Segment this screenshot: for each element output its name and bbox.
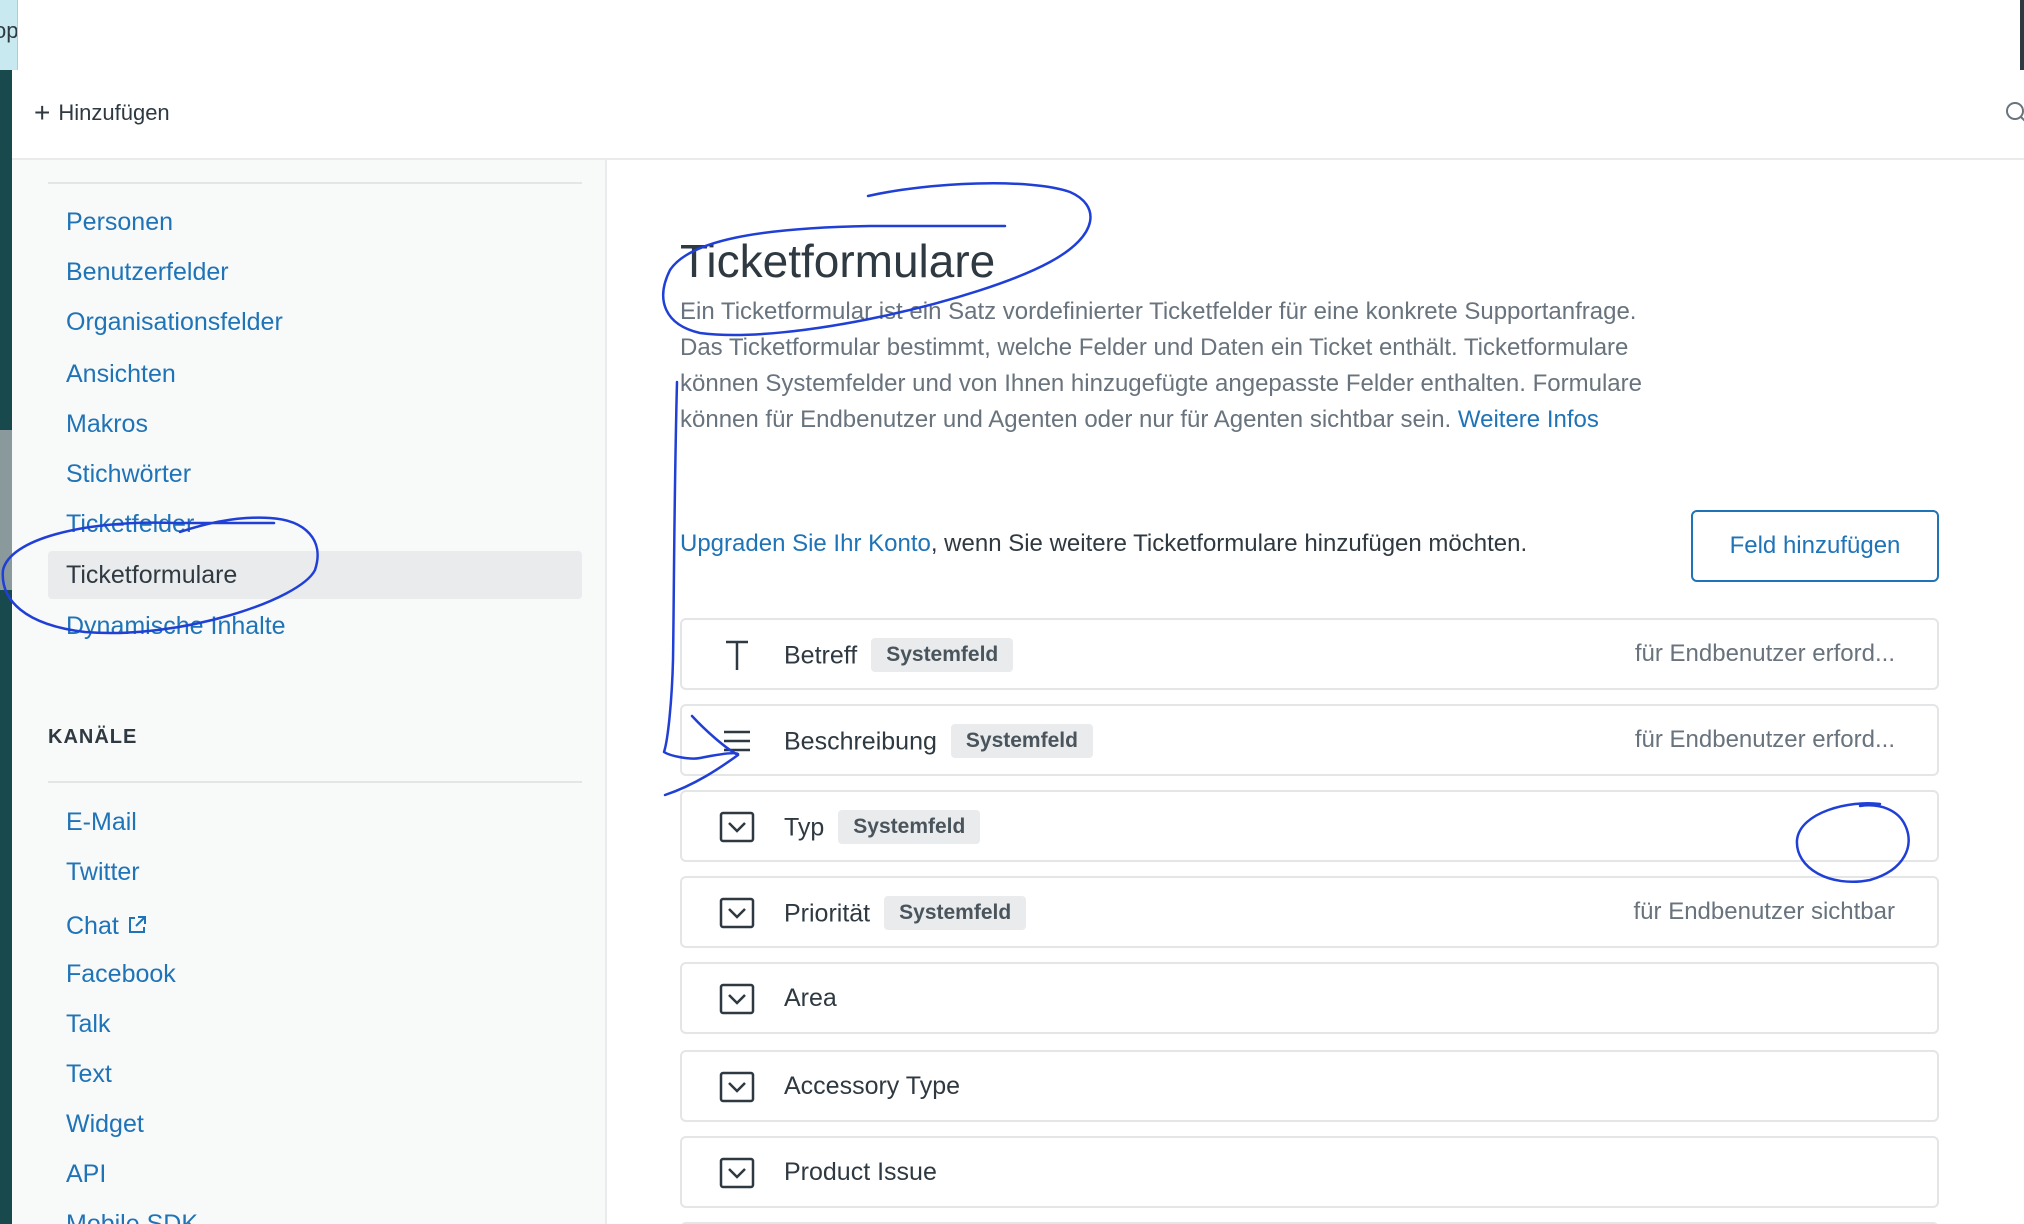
field-name-text: Beschreibung (784, 727, 937, 756)
text-field-icon (718, 636, 756, 674)
sidebar-item-dynamische-inhalte[interactable]: Dynamische Inhalte (66, 612, 286, 641)
field-name: Priorität Systemfeld (784, 896, 1027, 932)
field-name: Area (784, 984, 837, 1012)
field-row-beschreibung[interactable]: Beschreibung Systemfeld für Endbenutzer e… (680, 704, 1939, 776)
system-field-badge: Systemfeld (871, 638, 1014, 672)
sidebar-item-chat[interactable]: Chat (66, 912, 147, 942)
sidebar-item-talk[interactable]: Talk (66, 1010, 110, 1039)
app-nav-strip (0, 70, 12, 1224)
sidebar-item-twitter[interactable]: Twitter (66, 858, 140, 887)
corner-tab-text: op (0, 18, 18, 43)
admin-sidebar: Personen Benutzerfelder Organisationsfel… (12, 160, 607, 1224)
search-icon[interactable] (2000, 100, 2024, 126)
field-name: Product Issue (784, 1158, 937, 1186)
upgrade-link[interactable]: Upgraden Sie Ihr Konto (680, 530, 931, 557)
sidebar-item-personen[interactable]: Personen (66, 208, 173, 237)
add-field-button[interactable]: Feld hinzufügen (1691, 510, 1939, 582)
sidebar-item-stichwoerter[interactable]: Stichwörter (66, 460, 191, 489)
field-row-typ[interactable]: Typ Systemfeld (680, 790, 1939, 862)
field-name-text: Priorität (784, 899, 871, 928)
sidebar-divider (48, 182, 582, 184)
plus-icon: + (34, 97, 51, 128)
nav-strip-highlight (0, 430, 12, 590)
dropdown-field-icon (718, 808, 756, 846)
sidebar-divider (48, 781, 582, 783)
system-field-badge: Systemfeld (884, 896, 1027, 930)
add-button[interactable]: + Hinzufügen (34, 97, 170, 128)
field-name: Betreff Systemfeld (784, 638, 1014, 674)
main-content: Ticketformulare Ein Ticketformular ist e… (607, 160, 2024, 1224)
field-status: für Endbenutzer erford... (1634, 640, 1895, 667)
field-name-text: Betreff (784, 641, 858, 670)
field-name: Typ Systemfeld (784, 810, 981, 846)
window-edge (2020, 0, 2024, 70)
page-title: Ticketformulare (680, 235, 996, 287)
sidebar-item-text[interactable]: Text (66, 1060, 112, 1089)
sidebar-item-makros[interactable]: Makros (66, 410, 148, 439)
field-row-betreff[interactable]: Betreff Systemfeld für Endbenutzer erford… (680, 618, 1939, 690)
field-row-product-issue[interactable]: Product Issue (680, 1136, 1939, 1208)
field-name: Beschreibung Systemfeld (784, 724, 1093, 760)
dropdown-field-icon (718, 1154, 756, 1192)
field-row-prioritaet[interactable]: Priorität Systemfeld für Endbenutzer sich… (680, 876, 1939, 948)
sidebar-item-mobile-sdk[interactable]: Mobile SDK (66, 1210, 198, 1224)
field-status: für Endbenutzer erford... (1634, 726, 1895, 753)
window-corner-tab: op (0, 0, 18, 70)
upgrade-notice: Upgraden Sie Ihr Konto, wenn Sie weitere… (680, 530, 1527, 558)
channels-section-title: KANÄLE (48, 726, 138, 748)
dropdown-field-icon (718, 980, 756, 1018)
more-info-link[interactable]: Weitere Infos (1458, 406, 1599, 433)
upgrade-text: , wenn Sie weitere Ticketformulare hinzu… (930, 530, 1528, 557)
system-field-badge: Systemfeld (950, 724, 1093, 758)
sidebar-item-organisationsfelder[interactable]: Organisationsfelder (66, 308, 283, 337)
sidebar-item-benutzerfelder[interactable]: Benutzerfelder (66, 258, 229, 287)
multiline-field-icon (718, 722, 756, 760)
page-description: Ein Ticketformular ist ein Satz vordefin… (680, 294, 1680, 438)
sidebar-item-widget[interactable]: Widget (66, 1110, 144, 1139)
add-button-label: Hinzufügen (58, 100, 170, 125)
sidebar-item-facebook[interactable]: Facebook (66, 960, 176, 989)
field-row-area[interactable]: Area (680, 962, 1939, 1034)
sidebar-item-ticketfelder[interactable]: Ticketfelder (66, 510, 194, 539)
dropdown-field-icon (718, 894, 756, 932)
field-name-text: Typ (784, 813, 825, 842)
sidebar-item-ticketformulare[interactable]: Ticketformulare (48, 551, 582, 599)
sidebar-item-ansichten[interactable]: Ansichten (66, 360, 176, 389)
external-link-icon (127, 913, 147, 942)
field-row-accessory-type[interactable]: Accessory Type (680, 1050, 1939, 1122)
field-status: für Endbenutzer sichtbar (1633, 898, 1895, 925)
top-bar: + Hinzufügen (12, 70, 2024, 160)
sidebar-item-email[interactable]: E-Mail (66, 808, 137, 837)
dropdown-field-icon (718, 1068, 756, 1106)
field-name: Accessory Type (784, 1072, 961, 1100)
sidebar-item-api[interactable]: API (66, 1160, 106, 1189)
sidebar-item-chat-label: Chat (66, 912, 119, 940)
system-field-badge: Systemfeld (838, 810, 981, 844)
